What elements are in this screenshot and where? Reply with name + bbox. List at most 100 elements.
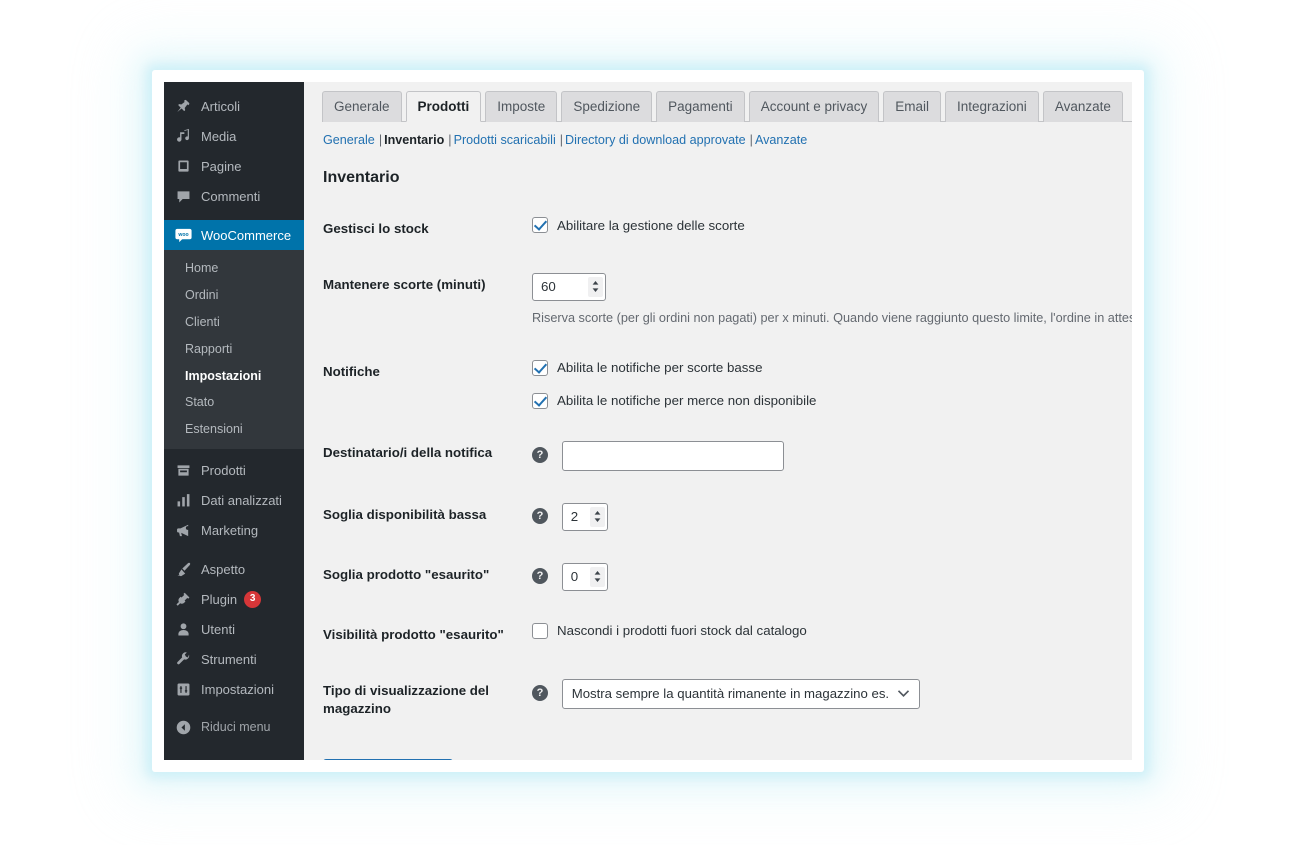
plug-icon bbox=[173, 589, 193, 609]
tab-prodotti[interactable]: Prodotti bbox=[405, 91, 482, 122]
out-of-stock-threshold-input[interactable]: 0 bbox=[561, 562, 608, 591]
submenu-item-rapporti[interactable]: Rapporti bbox=[164, 336, 304, 363]
inventory-settings-form: Gestisci lo stock Abilitare la gestione … bbox=[322, 201, 1132, 737]
low-stock-notification-row[interactable]: Abilita le notifiche per scorte basse bbox=[532, 359, 1126, 376]
low-stock-threshold-input[interactable]: 2 bbox=[561, 502, 608, 531]
collapse-menu-button[interactable]: Riduci menu bbox=[164, 712, 304, 742]
megaphone-icon bbox=[173, 520, 193, 540]
tab-imposte[interactable]: Imposte bbox=[485, 91, 558, 122]
sidebar-item-woocommerce[interactable]: woo WooCommerce bbox=[164, 220, 304, 250]
field-label-hold-stock: Mantenere scorte (minuti) bbox=[323, 276, 486, 292]
hide-out-of-stock-label: Nascondi i prodotti fuori stock dal cata… bbox=[557, 623, 807, 639]
tab-pagamenti[interactable]: Pagamenti bbox=[656, 91, 745, 122]
field-label-recipients: Destinatario/i della notifica bbox=[323, 444, 493, 460]
manage-stock-checkbox-label: Abilitare la gestione delle scorte bbox=[557, 217, 745, 233]
woocommerce-icon: woo bbox=[173, 225, 193, 245]
tab-generale[interactable]: Generale bbox=[322, 91, 402, 122]
subnav-avanzate[interactable]: Avanzate bbox=[755, 133, 807, 147]
out-of-stock-threshold-stepper[interactable] bbox=[589, 566, 605, 587]
submenu-item-stato[interactable]: Stato bbox=[164, 389, 304, 416]
sidebar-item-utenti[interactable]: Utenti bbox=[164, 614, 304, 644]
page-title: Inventario bbox=[323, 169, 400, 186]
sidebar-item-label: Impostazioni bbox=[201, 681, 274, 697]
subnav-inventario[interactable]: Inventario bbox=[384, 133, 444, 147]
sidebar-divider-2 bbox=[164, 545, 304, 554]
media-icon bbox=[173, 126, 193, 146]
form-row-low-stock-threshold: Soglia disponibilità bassa ? 2 bbox=[322, 487, 1132, 547]
sidebar-item-dati-analizzati[interactable]: Dati analizzati bbox=[164, 485, 304, 515]
settings-main-content: Generale Prodotti Imposte Spedizione Pag… bbox=[304, 82, 1132, 760]
submenu-item-estensioni[interactable]: Estensioni bbox=[164, 416, 304, 443]
svg-text:woo: woo bbox=[177, 232, 188, 238]
subnav-separator: | bbox=[559, 133, 564, 147]
save-button[interactable]: Salva le modifiche bbox=[323, 758, 453, 760]
help-icon[interactable]: ? bbox=[532, 507, 548, 524]
sidebar-item-pagine[interactable]: Pagine bbox=[164, 151, 304, 181]
sidebar-item-aspetto[interactable]: Aspetto bbox=[164, 554, 304, 584]
stock-display-format-value: Mostra sempre la quantità rimanente in m… bbox=[571, 686, 889, 702]
wordpress-admin-window: Articoli Media Pagine Commenti woo WooCo… bbox=[164, 82, 1132, 760]
low-stock-notification-checkbox[interactable] bbox=[532, 359, 548, 376]
form-row-out-of-stock-threshold: Soglia prodotto "esaurito" ? 0 bbox=[322, 547, 1132, 607]
subnav-directory-download-approvate[interactable]: Directory di download approvate bbox=[565, 133, 746, 147]
subnav-separator: | bbox=[448, 133, 452, 147]
out-of-stock-threshold-value: 0 bbox=[570, 569, 579, 585]
sidebar-item-label: Strumenti bbox=[201, 651, 257, 667]
hold-stock-input[interactable]: 60 bbox=[532, 272, 606, 301]
sidebar-item-prodotti[interactable]: Prodotti bbox=[164, 455, 304, 485]
subnav-prodotti-scaricabili[interactable]: Prodotti scaricabili bbox=[454, 133, 556, 147]
sidebar-item-media[interactable]: Media bbox=[164, 121, 304, 151]
stock-display-format-select[interactable]: Mostra sempre la quantità rimanente in m… bbox=[561, 678, 920, 709]
hide-out-of-stock-row[interactable]: Nascondi i prodotti fuori stock dal cata… bbox=[532, 622, 1126, 639]
sidebar-item-commenti[interactable]: Commenti bbox=[164, 181, 304, 211]
sidebar-item-strumenti[interactable]: Strumenti bbox=[164, 644, 304, 674]
form-row-manage-stock: Gestisci lo stock Abilitare la gestione … bbox=[322, 201, 1132, 257]
field-label-stock-display-format: Tipo di visualizzazione del magazzino bbox=[323, 682, 489, 716]
tab-account-e-privacy[interactable]: Account e privacy bbox=[748, 91, 880, 122]
wrench-icon bbox=[173, 649, 193, 669]
help-icon[interactable]: ? bbox=[532, 567, 548, 584]
hold-stock-value: 60 bbox=[541, 279, 556, 295]
settings-icon bbox=[173, 679, 193, 699]
brush-icon bbox=[173, 559, 193, 579]
sidebar-item-label: Dati analizzati bbox=[201, 492, 282, 508]
chart-icon bbox=[173, 490, 193, 510]
submenu-item-clienti[interactable]: Clienti bbox=[164, 309, 304, 336]
chevron-down-icon bbox=[897, 686, 910, 701]
manage-stock-checkbox-row[interactable]: Abilitare la gestione delle scorte bbox=[532, 217, 1126, 233]
tab-email[interactable]: Email bbox=[883, 91, 942, 122]
sidebar-divider bbox=[164, 211, 304, 220]
tab-avanzate[interactable]: Avanzate bbox=[1042, 91, 1123, 122]
tab-spedizione[interactable]: Spedizione bbox=[561, 91, 653, 122]
sidebar-item-articoli[interactable]: Articoli bbox=[164, 91, 304, 121]
collapse-menu-label: Riduci menu bbox=[201, 719, 271, 734]
manage-stock-checkbox[interactable] bbox=[532, 217, 548, 233]
form-row-notifications: Notifiche Abilita le notifiche per scort… bbox=[322, 344, 1132, 425]
admin-sidebar: Articoli Media Pagine Commenti woo WooCo… bbox=[164, 82, 304, 760]
submenu-item-impostazioni[interactable]: Impostazioni bbox=[164, 363, 304, 390]
out-of-stock-notification-row[interactable]: Abilita le notifiche per merce non dispo… bbox=[532, 392, 1126, 409]
form-row-recipients: Destinatario/i della notifica ? bbox=[322, 425, 1132, 487]
sidebar-item-plugin[interactable]: Plugin 3 bbox=[164, 584, 304, 614]
form-row-stock-display-format: Tipo di visualizzazione del magazzino ? … bbox=[322, 663, 1132, 737]
tab-integrazioni[interactable]: Integrazioni bbox=[945, 91, 1039, 122]
sidebar-item-label: Prodotti bbox=[201, 462, 246, 478]
help-icon[interactable]: ? bbox=[532, 446, 548, 463]
sidebar-item-marketing[interactable]: Marketing bbox=[164, 515, 304, 545]
low-stock-threshold-value: 2 bbox=[570, 509, 579, 525]
subnav-generale[interactable]: Generale bbox=[323, 133, 375, 147]
out-of-stock-notification-label: Abilita le notifiche per merce non dispo… bbox=[557, 393, 817, 409]
submenu-item-home[interactable]: Home bbox=[164, 255, 304, 282]
help-icon[interactable]: ? bbox=[532, 684, 548, 701]
page-icon bbox=[173, 156, 193, 176]
notification-recipients-input[interactable] bbox=[561, 440, 784, 471]
hold-stock-description: Riserva scorte (per gli ordini non pagat… bbox=[532, 310, 1132, 325]
collapse-arrow-icon bbox=[173, 717, 193, 737]
sidebar-item-impostazioni[interactable]: Impostazioni bbox=[164, 674, 304, 704]
hold-stock-stepper[interactable] bbox=[588, 276, 603, 297]
submenu-item-ordini[interactable]: Ordini bbox=[164, 282, 304, 309]
sidebar-item-label: Marketing bbox=[201, 522, 259, 538]
low-stock-threshold-stepper[interactable] bbox=[589, 506, 605, 527]
hide-out-of-stock-checkbox[interactable] bbox=[532, 622, 548, 639]
out-of-stock-notification-checkbox[interactable] bbox=[532, 392, 548, 409]
